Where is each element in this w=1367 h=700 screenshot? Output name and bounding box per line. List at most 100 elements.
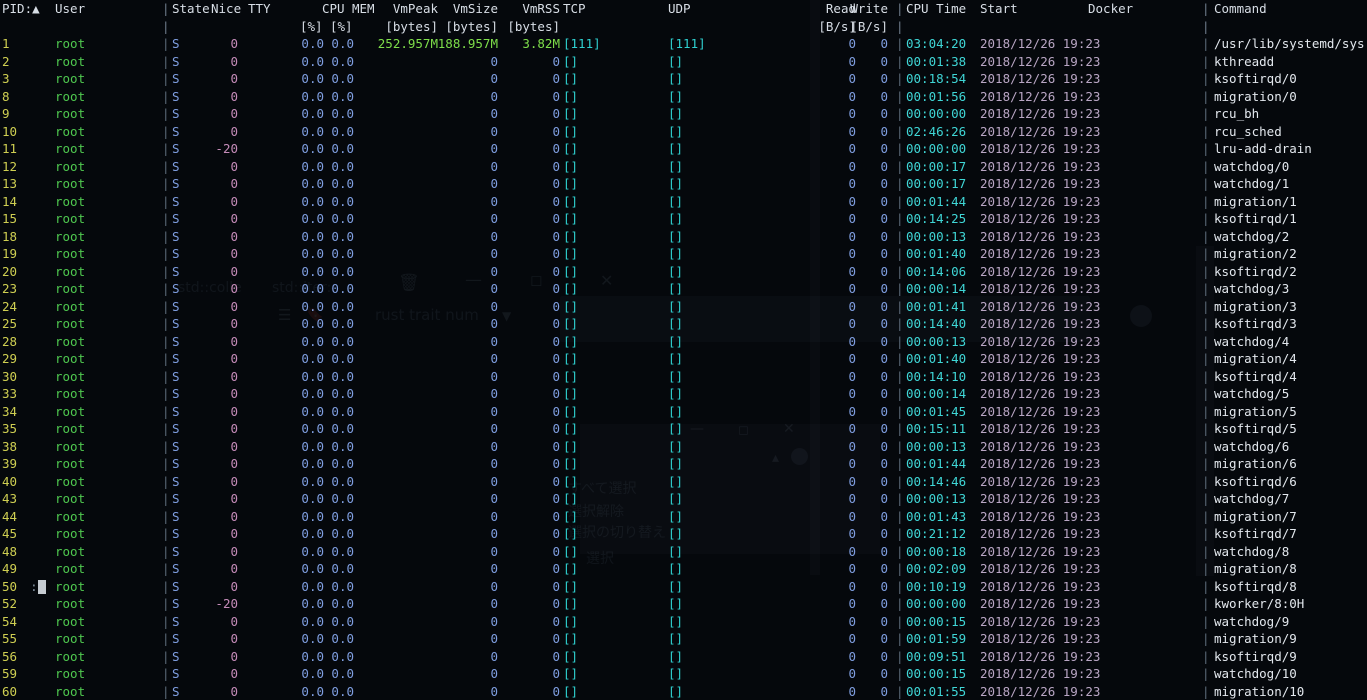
table-row[interactable]: 1root|S00.00.0252.957M188.957M3.82M[111]… — [0, 35, 1367, 53]
column-header-cputime[interactable]: CPU Time — [906, 0, 966, 18]
column-header-write[interactable]: Write — [820, 0, 888, 18]
row-separator: | — [896, 455, 904, 473]
table-row[interactable]: 50root|S00.00.000[][]00|00:10:192018/12/… — [0, 578, 1367, 596]
column-header-tty[interactable]: TTY — [248, 0, 271, 18]
table-row[interactable]: 14root|S00.00.000[][]00|00:01:442018/12/… — [0, 193, 1367, 211]
table-row[interactable]: 24root|S00.00.000[][]00|00:01:412018/12/… — [0, 298, 1367, 316]
cell-udp: [] — [668, 70, 683, 88]
table-row[interactable]: 10root|S00.00.000[][]00|02:46:262018/12/… — [0, 123, 1367, 141]
column-header-docker[interactable]: Docker — [1088, 0, 1133, 18]
column-header-udp[interactable]: UDP — [668, 0, 691, 18]
cell-user: root — [55, 543, 85, 561]
cell-mem: 0.0 — [330, 630, 354, 648]
table-row[interactable]: 48root|S00.00.000[][]00|00:00:182018/12/… — [0, 543, 1367, 561]
table-row[interactable]: 56root|S00.00.000[][]00|00:09:512018/12/… — [0, 648, 1367, 666]
cell-nice: 0 — [200, 665, 238, 683]
row-separator: | — [162, 665, 170, 683]
cell-tcp: [] — [563, 508, 578, 526]
table-row[interactable]: 44root|S00.00.000[][]00|00:01:432018/12/… — [0, 508, 1367, 526]
cell-start: 2018/12/26 19:23 — [980, 245, 1100, 263]
cell-start: 2018/12/26 19:23 — [980, 630, 1100, 648]
table-row[interactable]: 29root|S00.00.000[][]00|00:01:402018/12/… — [0, 350, 1367, 368]
cell-write: 0 — [820, 175, 888, 193]
row-separator: | — [896, 70, 904, 88]
table-row[interactable]: 30root|S00.00.000[][]00|00:14:102018/12/… — [0, 368, 1367, 386]
row-separator: | — [1202, 368, 1210, 386]
column-header-state[interactable]: State — [172, 0, 210, 18]
table-row[interactable]: 39root|S00.00.000[][]00|00:01:442018/12/… — [0, 455, 1367, 473]
table-row[interactable]: 19root|S00.00.000[][]00|00:01:402018/12/… — [0, 245, 1367, 263]
row-separator: | — [162, 263, 170, 281]
cell-state: S — [172, 280, 180, 298]
process-table-body[interactable]: 1root|S00.00.0252.957M188.957M3.82M[111]… — [0, 35, 1367, 700]
cell-command: migration/6 — [1214, 455, 1297, 473]
cell-cputime: 02:46:26 — [906, 123, 966, 141]
cell-tcp: [] — [563, 490, 578, 508]
table-row[interactable]: 20root|S00.00.000[][]00|00:14:062018/12/… — [0, 263, 1367, 281]
table-row[interactable]: 28root|S00.00.000[][]00|00:00:132018/12/… — [0, 333, 1367, 351]
table-row[interactable]: 2root|S00.00.000[][]00|00:01:382018/12/2… — [0, 53, 1367, 71]
table-row[interactable]: 11root|S-200.00.000[][]00|00:00:002018/1… — [0, 140, 1367, 158]
cell-tcp: [] — [563, 333, 578, 351]
cell-start: 2018/12/26 19:23 — [980, 333, 1100, 351]
row-separator: | — [896, 595, 904, 613]
column-header-nice[interactable]: Nice — [211, 0, 241, 18]
column-header-pid[interactable]: PID:▲ — [2, 0, 40, 18]
cell-cputime: 00:01:55 — [906, 683, 966, 700]
table-row[interactable]: 23root|S00.00.000[][]00|00:00:142018/12/… — [0, 280, 1367, 298]
cell-cputime: 00:01:59 — [906, 630, 966, 648]
prompt-symbol: : — [30, 579, 38, 594]
cell-udp: [] — [668, 648, 683, 666]
cell-mem: 0.0 — [330, 578, 354, 596]
cell-cputime: 00:14:10 — [906, 368, 966, 386]
cell-nice: 0 — [200, 525, 238, 543]
column-header-command[interactable]: Command — [1214, 0, 1267, 18]
table-row[interactable]: 8root|S00.00.000[][]00|00:01:562018/12/2… — [0, 88, 1367, 106]
cell-command: migration/9 — [1214, 630, 1297, 648]
cell-vmrss: 0 — [455, 648, 560, 666]
table-row[interactable]: 59root|S00.00.000[][]00|00:00:152018/12/… — [0, 665, 1367, 683]
table-row[interactable]: 15root|S00.00.000[][]00|00:14:252018/12/… — [0, 210, 1367, 228]
cell-pid: 14 — [2, 193, 17, 211]
table-row[interactable]: 34root|S00.00.000[][]00|00:01:452018/12/… — [0, 403, 1367, 421]
row-separator: | — [162, 158, 170, 176]
cell-tcp: [] — [563, 140, 578, 158]
table-row[interactable]: 12root|S00.00.000[][]00|00:00:172018/12/… — [0, 158, 1367, 176]
column-header-tcp[interactable]: TCP — [563, 0, 586, 18]
table-row[interactable]: 55root|S00.00.000[][]00|00:01:592018/12/… — [0, 630, 1367, 648]
table-row[interactable]: 43root|S00.00.000[][]00|00:00:132018/12/… — [0, 490, 1367, 508]
table-row[interactable]: 60root|S00.00.000[][]00|00:01:552018/12/… — [0, 683, 1367, 700]
shell-prompt[interactable]: : — [0, 560, 46, 575]
cell-cputime: 00:00:14 — [906, 280, 966, 298]
column-header-start[interactable]: Start — [980, 0, 1018, 18]
table-row[interactable]: 40root|S00.00.000[][]00|00:14:462018/12/… — [0, 473, 1367, 491]
cell-udp: [] — [668, 578, 683, 596]
row-separator: | — [1202, 35, 1210, 53]
column-header-user[interactable]: User — [55, 0, 85, 18]
process-monitor-terminal[interactable]: PID:▲ User | State Nice TTY CPU MEM VmPe… — [0, 0, 1367, 575]
column-header-vmrss[interactable]: VmRSS — [455, 0, 560, 18]
table-row[interactable]: 18root|S00.00.000[][]00|00:00:132018/12/… — [0, 228, 1367, 246]
cell-start: 2018/12/26 19:23 — [980, 525, 1100, 543]
cell-nice: 0 — [200, 280, 238, 298]
cell-tcp: [] — [563, 210, 578, 228]
cell-write: 0 — [820, 525, 888, 543]
table-row[interactable]: 38root|S00.00.000[][]00|00:00:132018/12/… — [0, 438, 1367, 456]
cell-mem: 0.0 — [330, 158, 354, 176]
table-row[interactable]: 52root|S-200.00.000[][]00|00:00:002018/1… — [0, 595, 1367, 613]
table-row[interactable]: 45root|S00.00.000[][]00|00:21:122018/12/… — [0, 525, 1367, 543]
table-row[interactable]: 54root|S00.00.000[][]00|00:00:152018/12/… — [0, 613, 1367, 631]
cell-cputime: 00:01:44 — [906, 193, 966, 211]
cell-command: ksoftirqd/6 — [1214, 473, 1297, 491]
table-row[interactable]: 3root|S00.00.000[][]00|00:18:542018/12/2… — [0, 70, 1367, 88]
table-row[interactable]: 9root|S00.00.000[][]00|00:00:002018/12/2… — [0, 105, 1367, 123]
cell-mem: 0.0 — [330, 595, 354, 613]
table-row[interactable]: 25root|S00.00.000[][]00|00:14:402018/12/… — [0, 315, 1367, 333]
table-row[interactable]: 35root|S00.00.000[][]00|00:15:112018/12/… — [0, 420, 1367, 438]
cell-user: root — [55, 385, 85, 403]
table-row[interactable]: 13root|S00.00.000[][]00|00:00:172018/12/… — [0, 175, 1367, 193]
cell-vmrss: 0 — [455, 490, 560, 508]
cell-command: watchdog/2 — [1214, 228, 1289, 246]
table-row[interactable]: 33root|S00.00.000[][]00|00:00:142018/12/… — [0, 385, 1367, 403]
cell-state: S — [172, 490, 180, 508]
